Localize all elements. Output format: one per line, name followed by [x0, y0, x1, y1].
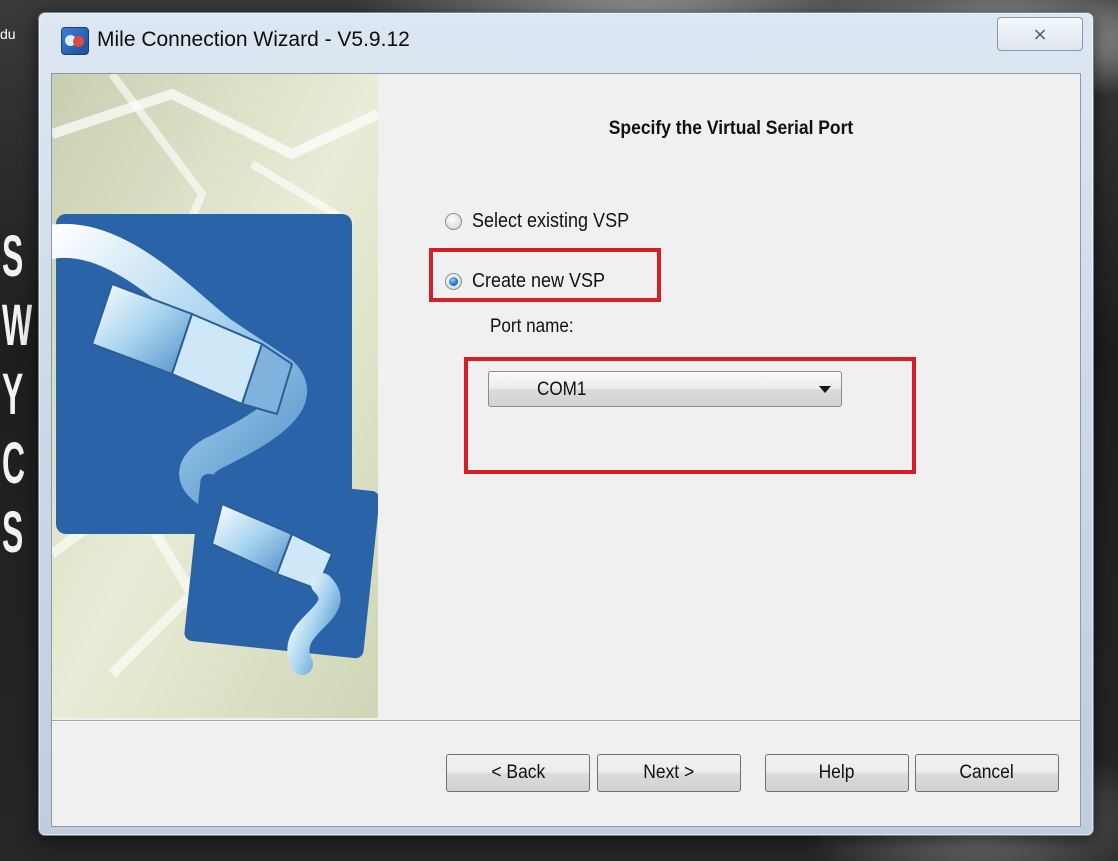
port-name-label: Port name:: [490, 316, 574, 337]
next-button[interactable]: Next >: [597, 754, 741, 792]
back-button[interactable]: < Back: [446, 754, 590, 792]
option-label[interactable]: Create new VSP: [472, 270, 605, 293]
cancel-button-label: Cancel: [959, 762, 1015, 783]
cancel-button[interactable]: Cancel: [915, 754, 1059, 792]
help-button[interactable]: Help: [765, 754, 909, 792]
serial-cable-illustration: [52, 74, 378, 718]
wizard-body: Specify the Virtual Serial Port Select e…: [51, 73, 1081, 827]
next-button-label: Next >: [643, 762, 695, 783]
background-letters: S W Y C S: [2, 222, 33, 567]
background-letter: S: [2, 224, 24, 289]
background-letter: S: [2, 500, 24, 565]
background-letter: C: [2, 431, 26, 496]
background-letter: Y: [2, 362, 24, 427]
port-name-select[interactable]: COM1: [488, 371, 842, 407]
close-icon: ⨯: [1032, 23, 1048, 44]
port-name-value: COM1: [537, 379, 587, 400]
background-text: du: [0, 26, 16, 42]
chevron-down-icon[interactable]: [819, 386, 831, 393]
wizard-side-image: [52, 74, 378, 718]
help-button-label: Help: [819, 762, 855, 783]
option-label[interactable]: Select existing VSP: [472, 210, 629, 233]
title-bar[interactable]: Mile Connection Wizard - V5.9.12 ⨯: [39, 13, 1093, 65]
background-letter: W: [2, 293, 33, 358]
wizard-window: Mile Connection Wizard - V5.9.12 ⨯ Speci…: [38, 12, 1094, 836]
option-select-existing-vsp[interactable]: Select existing VSP: [445, 210, 647, 233]
window-title: Mile Connection Wizard - V5.9.12: [97, 28, 410, 51]
footer-separator: [52, 720, 1080, 722]
radio-select-existing-vsp[interactable]: [445, 213, 462, 230]
page-heading: Specify the Virtual Serial Port: [608, 118, 854, 139]
option-create-new-vsp[interactable]: Create new VSP: [445, 270, 620, 293]
back-button-label: < Back: [491, 762, 545, 783]
app-icon: [61, 27, 89, 55]
close-button[interactable]: ⨯: [997, 17, 1083, 51]
radio-create-new-vsp[interactable]: [445, 273, 462, 290]
